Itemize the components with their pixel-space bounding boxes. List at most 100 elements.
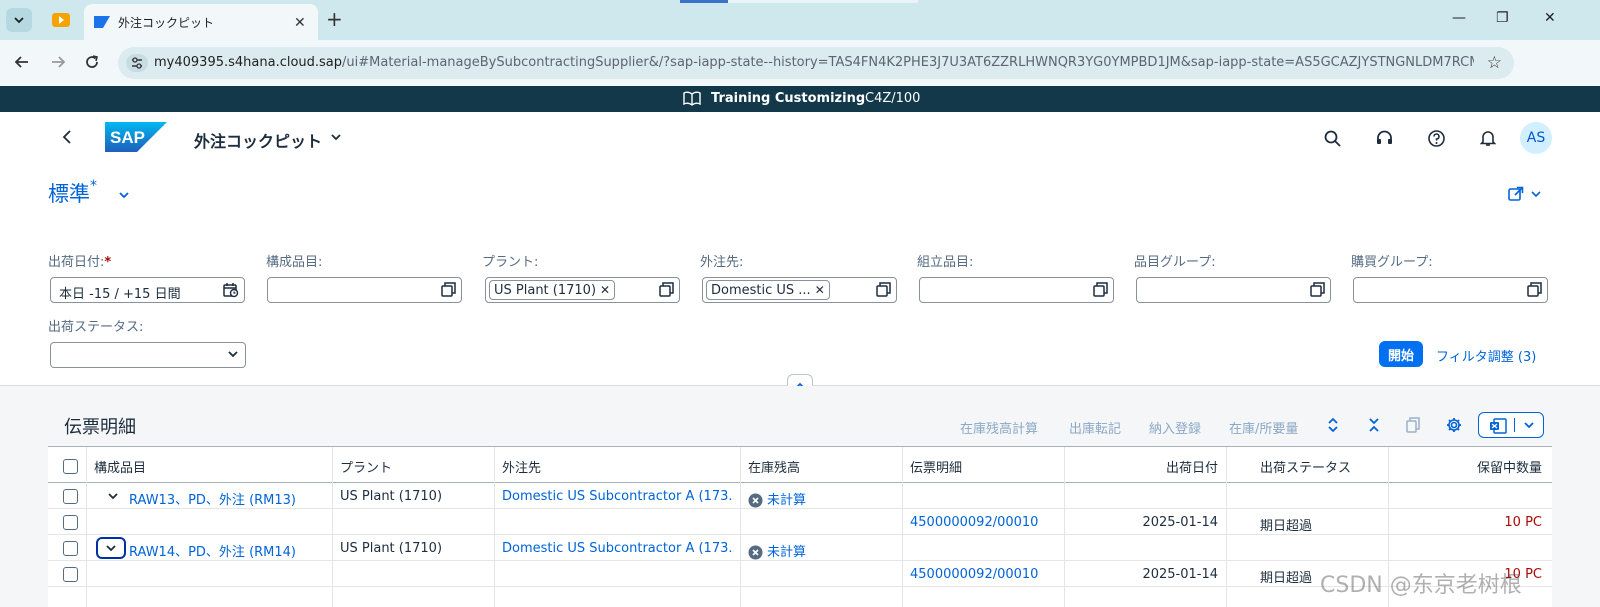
col-header-pending-qty[interactable]: 保留中数量	[1388, 457, 1542, 476]
sap-logo[interactable]: SAP	[105, 122, 167, 156]
forward-arrow-icon[interactable]	[50, 54, 66, 70]
collapse-all-icon[interactable]	[1367, 417, 1381, 433]
sort-icon[interactable]	[1326, 417, 1340, 433]
supplier-link[interactable]: Domestic US Subcontractor A (173...	[502, 489, 734, 504]
post-delivery-button[interactable]: 納入登録	[1149, 418, 1201, 437]
table-row[interactable]: RAW14、PD、外注 (RM14) US Plant (1710) Domes…	[48, 536, 1552, 561]
ship-date-field[interactable]: 本日 -15 / +15 日間	[50, 277, 245, 303]
token-remove-icon[interactable]: ✕	[600, 283, 610, 297]
document-item-link[interactable]: 4500000092/00010	[910, 567, 1038, 582]
new-tab-button[interactable]: +	[326, 9, 343, 29]
goods-issue-button[interactable]: 出庫転記	[1069, 418, 1121, 437]
pinned-tab-youtube[interactable]	[48, 8, 74, 32]
pending-qty-cell: 10 PC	[1504, 515, 1542, 530]
value-help-icon[interactable]	[1093, 282, 1108, 297]
col-header-ship-status[interactable]: 出荷ステータス	[1260, 457, 1351, 476]
filter-label-ship-date: 出荷日付:*	[48, 251, 111, 270]
calendar-icon[interactable]	[223, 282, 239, 298]
col-header-plant[interactable]: プラント	[340, 457, 392, 476]
watermark: CSDN @东京老树根	[1320, 573, 1522, 598]
excel-export-icon	[1489, 418, 1507, 434]
browser-address-bar: my409395.s4hana.cloud.sap/ui#Material-ma…	[0, 40, 1600, 116]
table-row[interactable]: RAW13、PD、外注 (RM13) US Plant (1710) Domes…	[48, 484, 1552, 509]
row-expander[interactable]	[102, 487, 124, 505]
ship-status-cell: 期日超過	[1260, 519, 1313, 534]
document-item-link[interactable]: 4500000092/00010	[910, 515, 1038, 530]
value-help-icon[interactable]	[441, 282, 456, 297]
material-group-field[interactable]	[1136, 277, 1331, 303]
plant-token[interactable]: US Plant (1710) ✕	[489, 280, 616, 300]
col-header-stock[interactable]: 在庫残高	[748, 457, 800, 476]
site-info-icon[interactable]	[126, 54, 148, 72]
chevron-down-icon[interactable]	[118, 190, 130, 200]
calc-stock-button[interactable]: 在庫残高計算	[960, 418, 1038, 437]
assembly-field[interactable]	[919, 277, 1114, 303]
search-icon[interactable]	[1324, 130, 1341, 147]
window-close-icon[interactable]: ✕	[1544, 10, 1556, 26]
share-icon[interactable]	[1508, 186, 1544, 202]
gear-icon[interactable]	[1446, 417, 1462, 433]
chevron-down-icon[interactable]	[1523, 420, 1535, 430]
copy-icon[interactable]	[1406, 417, 1421, 433]
row-expander[interactable]	[96, 537, 126, 559]
purchasing-group-field[interactable]	[1353, 277, 1548, 303]
plant-cell: US Plant (1710)	[340, 541, 443, 556]
back-arrow-icon[interactable]	[14, 54, 30, 70]
table-row[interactable]: 4500000092/00010 2025-01-14 期日超過 10 PC	[48, 510, 1552, 535]
chevron-down-icon[interactable]	[330, 132, 342, 142]
help-icon[interactable]	[1428, 130, 1445, 147]
go-button[interactable]: 開始	[1379, 341, 1423, 367]
app-title[interactable]: 外注コックピット	[194, 128, 322, 152]
value-help-icon[interactable]	[1310, 282, 1325, 297]
adapt-filters-button[interactable]: フィルタ調整 (3)	[1436, 346, 1536, 365]
variant-title[interactable]: 標準*	[48, 178, 97, 208]
stock-status[interactable]: 未計算	[748, 489, 806, 508]
avatar[interactable]: AS	[1520, 122, 1552, 154]
tab-close-icon[interactable]: ✕	[294, 15, 306, 31]
bell-icon[interactable]	[1480, 130, 1496, 147]
component-link[interactable]: RAW14、PD、外注 (RM14)	[129, 541, 329, 560]
ship-status-select[interactable]	[50, 342, 246, 368]
variant-dirty-marker: *	[90, 178, 97, 194]
value-help-icon[interactable]	[1527, 282, 1542, 297]
row-checkbox[interactable]	[63, 515, 78, 530]
headset-icon[interactable]	[1376, 130, 1393, 147]
value-help-icon[interactable]	[659, 282, 674, 297]
row-checkbox[interactable]	[63, 541, 78, 556]
active-browser-tab[interactable]: 外注コックピット ✕	[84, 4, 318, 40]
stock-status[interactable]: 未計算	[748, 541, 806, 560]
component-field[interactable]	[267, 277, 462, 303]
col-header-component[interactable]: 構成品目	[94, 457, 146, 476]
back-nav-icon[interactable]	[62, 130, 72, 144]
col-header-supplier[interactable]: 外注先	[502, 457, 541, 476]
supplier-link[interactable]: Domestic US Subcontractor A (173...	[502, 541, 734, 556]
stock-requirements-button[interactable]: 在庫/所要量	[1229, 418, 1298, 437]
row-checkbox[interactable]	[63, 489, 78, 504]
supplier-token[interactable]: Domestic US ... ✕	[706, 280, 830, 300]
col-header-ship-date[interactable]: 出荷日付	[1068, 457, 1218, 476]
reload-icon[interactable]	[84, 54, 100, 70]
select-all-checkbox[interactable]	[63, 459, 78, 474]
minimize-icon[interactable]: —	[1452, 10, 1466, 26]
component-link[interactable]: RAW13、PD、外注 (RM13)	[129, 489, 329, 508]
required-marker: *	[104, 255, 112, 270]
restore-icon[interactable]: ❐	[1496, 10, 1509, 26]
table-header-row: 構成品目 プラント 外注先 在庫残高 伝票明細 出荷日付 出荷ステータス 保留中…	[48, 447, 1552, 483]
tab-list-button[interactable]	[6, 8, 32, 32]
url-text: my409395.s4hana.cloud.sap/ui#Material-ma…	[154, 55, 1474, 70]
value-help-icon[interactable]	[876, 282, 891, 297]
row-checkbox[interactable]	[63, 567, 78, 582]
variant-name: 標準	[48, 182, 90, 206]
ship-date-value: 本日 -15 / +15 日間	[59, 287, 181, 302]
plant-field[interactable]: US Plant (1710) ✕	[485, 277, 680, 303]
ship-status-cell: 期日超過	[1260, 571, 1313, 586]
col-header-document-item[interactable]: 伝票明細	[910, 457, 962, 476]
url-field[interactable]: my409395.s4hana.cloud.sap/ui#Material-ma…	[118, 47, 1514, 79]
supplier-field[interactable]: Domestic US ... ✕	[702, 277, 897, 303]
export-to-spreadsheet-button[interactable]	[1478, 412, 1544, 438]
star-icon[interactable]: ☆	[1487, 53, 1502, 73]
token-remove-icon[interactable]: ✕	[815, 283, 825, 297]
book-icon	[683, 91, 701, 106]
filter-label-ship-status: 出荷ステータス:	[48, 320, 144, 335]
chevron-down-icon	[108, 493, 118, 500]
